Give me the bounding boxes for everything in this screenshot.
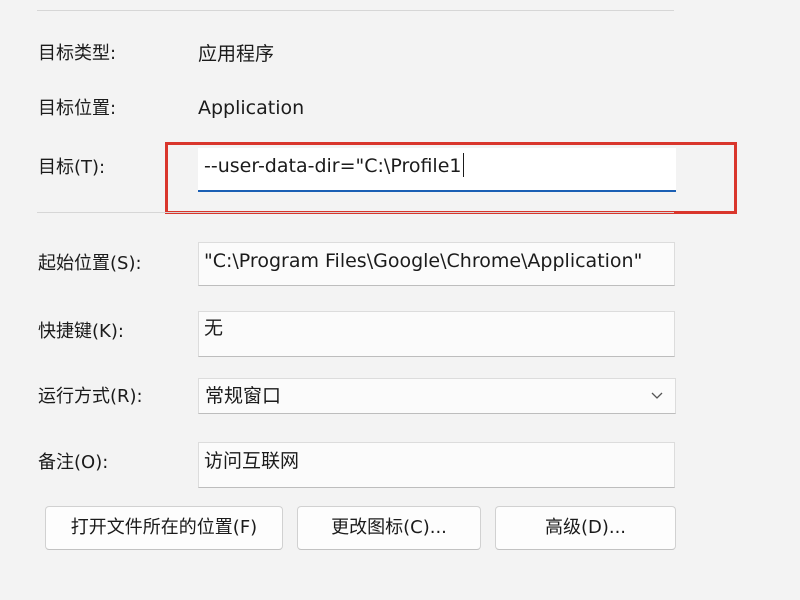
target-input-text: --user-data-dir="C:\Profile1: [204, 155, 462, 177]
advanced-button[interactable]: 高级(D)...: [495, 506, 676, 550]
run-label: 运行方式(R):: [38, 386, 143, 407]
open-file-location-button[interactable]: 打开文件所在的位置(F): [45, 506, 283, 550]
comment-input[interactable]: 访问互联网: [198, 442, 675, 488]
change-icon-button[interactable]: 更改图标(C)...: [297, 506, 481, 550]
start-in-input-text: "C:\Program Files\Google\Chrome\Applicat…: [204, 250, 643, 272]
comment-label: 备注(O):: [38, 452, 109, 473]
start-in-input[interactable]: "C:\Program Files\Google\Chrome\Applicat…: [198, 242, 675, 286]
target-label: 目标(T):: [38, 157, 106, 178]
target-type-value: 应用程序: [198, 43, 275, 65]
text-caret: [462, 152, 464, 177]
shortcut-key-input[interactable]: 无: [198, 311, 675, 357]
run-mode-selected: 常规窗口: [205, 385, 282, 407]
top-divider: [37, 10, 674, 11]
target-location-value: Application: [198, 97, 305, 119]
shortcut-key-input-text: 无: [204, 317, 224, 339]
shortcut-properties-panel: 目标类型: 应用程序 目标位置: Application 目标(T): --us…: [0, 0, 800, 600]
comment-input-text: 访问互联网: [204, 450, 300, 472]
start-in-label: 起始位置(S):: [38, 253, 142, 274]
target-location-label: 目标位置:: [38, 98, 117, 119]
target-input[interactable]: --user-data-dir="C:\Profile1: [198, 148, 676, 192]
chevron-down-icon: [651, 392, 663, 399]
section-divider: [37, 212, 674, 213]
target-type-label: 目标类型:: [38, 43, 117, 64]
run-mode-select[interactable]: 常规窗口: [198, 378, 676, 414]
shortcut-key-label: 快捷键(K):: [38, 321, 124, 342]
